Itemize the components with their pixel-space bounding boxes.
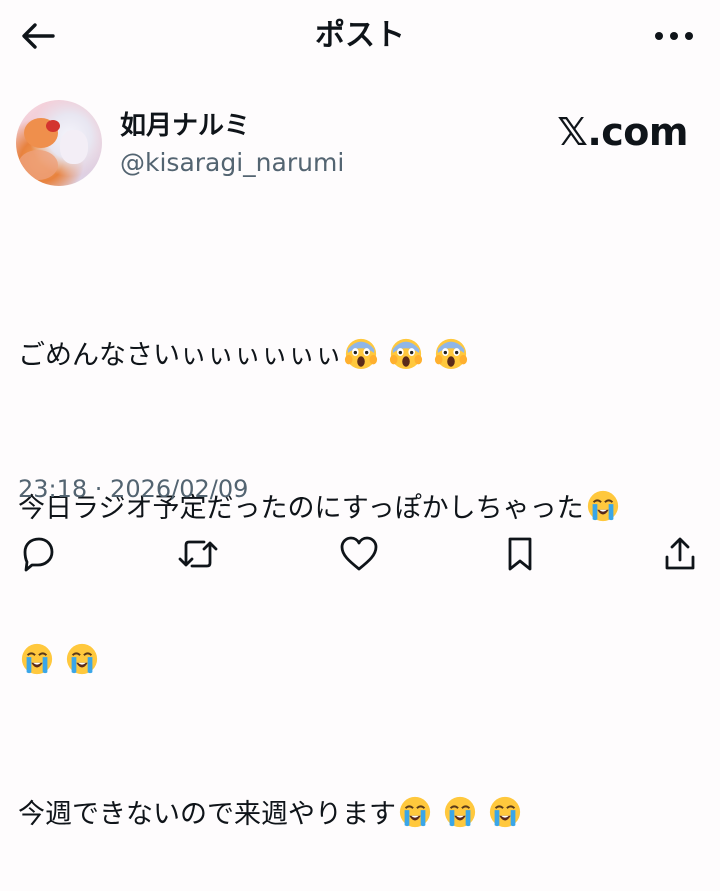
like-button[interactable] xyxy=(337,532,381,576)
author-handle[interactable]: @kisaragi_narumi xyxy=(120,146,344,180)
tweet-line xyxy=(18,636,708,687)
scream-emoji xyxy=(434,336,468,370)
top-bar: ポスト xyxy=(0,0,720,72)
repost-button[interactable] xyxy=(176,532,220,576)
avatar[interactable] xyxy=(16,100,102,186)
tweet-timestamp[interactable]: 23:18 · 2026/02/09 xyxy=(18,472,248,506)
loudly-crying-emoji xyxy=(398,795,432,829)
bookmark-icon xyxy=(508,537,532,571)
scream-emoji xyxy=(344,336,378,370)
more-horizontal-icon xyxy=(655,32,693,40)
tweet-actions-bar xyxy=(0,532,720,576)
heart-icon xyxy=(340,536,378,571)
share-button[interactable] xyxy=(658,532,702,576)
reply-icon xyxy=(23,537,54,572)
x-com-watermark: 𝕏.com xyxy=(557,110,688,154)
scream-emoji xyxy=(389,336,423,370)
more-options-button[interactable] xyxy=(650,18,698,54)
bookmark-button[interactable] xyxy=(498,532,542,576)
loudly-crying-emoji xyxy=(65,642,99,676)
tweet-line: 今週できないので来週やります xyxy=(18,789,708,840)
reply-button[interactable] xyxy=(16,532,60,576)
page-title: ポスト xyxy=(315,18,405,53)
tweet-line: ごめんなさいぃぃぃぃぃぃ xyxy=(18,330,708,381)
repost-icon xyxy=(178,540,218,568)
author-display-name[interactable]: 如月ナルミ xyxy=(120,108,250,144)
loudly-crying-emoji xyxy=(488,795,522,829)
loudly-crying-emoji xyxy=(586,489,620,523)
share-icon xyxy=(665,537,695,570)
loudly-crying-emoji xyxy=(20,642,54,676)
loudly-crying-emoji xyxy=(443,795,477,829)
